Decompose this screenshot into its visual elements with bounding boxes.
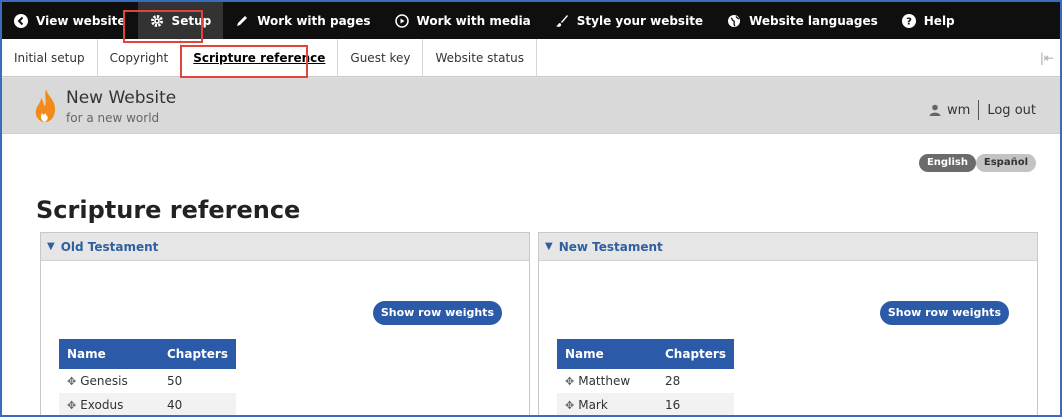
toolbar-item-view-website[interactable]: View website bbox=[2, 2, 138, 39]
book-name: Mark bbox=[578, 398, 608, 412]
site-header: New Website for a new world wm Log out bbox=[2, 78, 1060, 134]
show-row-weights-button[interactable]: Show row weights bbox=[879, 301, 1009, 325]
app-frame: View website Setup Work with pages Work … bbox=[0, 0, 1062, 417]
toolbar-item-setup[interactable]: Setup bbox=[137, 2, 224, 39]
column-header-name: Name bbox=[59, 339, 159, 369]
toolbar-item-label: Style your website bbox=[576, 13, 704, 28]
page-title: Scripture reference bbox=[36, 196, 301, 224]
chapter-count: 50 bbox=[167, 374, 183, 388]
collapse-tray-icon[interactable]: |⇤ bbox=[1040, 51, 1054, 65]
language-spanish-button[interactable]: Español bbox=[975, 154, 1036, 172]
toolbar-item-label: Work with media bbox=[416, 13, 531, 28]
table-row: ✥ Genesis 50 bbox=[59, 369, 236, 393]
tab-guest-key[interactable]: Guest key bbox=[338, 39, 424, 77]
book-name: Matthew bbox=[578, 374, 631, 388]
site-slogan: for a new world bbox=[66, 111, 160, 125]
toolbar-item-work-with-media[interactable]: Work with media bbox=[383, 2, 543, 39]
triangle-down-icon: ▼ bbox=[545, 241, 553, 252]
tab-copyright[interactable]: Copyright bbox=[98, 39, 182, 77]
drag-handle-icon[interactable]: ✥ bbox=[67, 375, 76, 388]
show-row-weights-button[interactable]: Show row weights bbox=[372, 301, 502, 325]
globe-icon bbox=[728, 14, 741, 27]
chapter-count: 40 bbox=[159, 393, 236, 415]
language-english-button[interactable]: English bbox=[918, 154, 976, 172]
drag-handle-icon[interactable]: ✥ bbox=[565, 375, 574, 388]
user-box: wm Log out bbox=[929, 100, 1036, 120]
drag-handle-icon[interactable]: ✥ bbox=[67, 399, 76, 412]
toolbar-item-label: Website languages bbox=[749, 13, 878, 28]
triangle-down-icon: ▼ bbox=[47, 241, 55, 252]
book-name: Genesis bbox=[80, 374, 128, 388]
admin-toolbar: View website Setup Work with pages Work … bbox=[2, 2, 1060, 39]
tab-website-status[interactable]: Website status bbox=[423, 39, 538, 77]
table-row: ✥ Exodus 40 bbox=[59, 393, 236, 415]
toolbar-item-label: View website bbox=[36, 13, 126, 28]
toolbar-item-label: Setup bbox=[171, 13, 212, 28]
new-testament-toggle[interactable]: ▼ New Testament bbox=[539, 233, 1037, 261]
toolbar-item-help[interactable]: ? Help bbox=[890, 2, 967, 39]
toolbar-item-work-with-pages[interactable]: Work with pages bbox=[223, 2, 382, 39]
user-icon bbox=[929, 104, 941, 116]
toolbar-item-style-your-website[interactable]: Style your website bbox=[543, 2, 715, 39]
site-name[interactable]: New Website bbox=[66, 88, 176, 108]
gear-icon bbox=[150, 14, 163, 27]
table-row: ✥ Mark 16 bbox=[557, 393, 734, 415]
logout-link[interactable]: Log out bbox=[987, 103, 1036, 118]
book-name: Exodus bbox=[80, 398, 124, 412]
chapter-count: 16 bbox=[657, 393, 734, 415]
pencil-icon bbox=[237, 15, 248, 26]
old-testament-panel: ▼ Old Testament Show row weights Name Ch… bbox=[40, 232, 530, 415]
old-testament-table: Name Chapters ✥ Genesis 50 ✥ Exodus 40 bbox=[59, 339, 236, 415]
brush-icon bbox=[555, 14, 568, 27]
toolbar-item-website-languages[interactable]: Website languages bbox=[715, 2, 890, 39]
svg-text:?: ? bbox=[906, 16, 912, 27]
tab-initial-setup[interactable]: Initial setup bbox=[2, 39, 98, 77]
table-row: ✥ Matthew 28 bbox=[557, 369, 734, 393]
flame-logo-icon bbox=[35, 89, 56, 123]
panel-title: New Testament bbox=[558, 239, 663, 254]
old-testament-toggle[interactable]: ▼ Old Testament bbox=[41, 233, 529, 261]
username-link[interactable]: wm bbox=[947, 103, 970, 118]
play-circle-icon bbox=[394, 13, 409, 28]
column-header-chapters: Chapters bbox=[159, 339, 236, 369]
tab-scripture-reference[interactable]: Scripture reference bbox=[181, 39, 339, 77]
setup-tray: Initial setup Copyright Scripture refere… bbox=[2, 39, 1060, 77]
toolbar-item-label: Help bbox=[923, 13, 955, 28]
toolbar-item-label: Work with pages bbox=[257, 13, 371, 28]
new-testament-table: Name Chapters ✥ Matthew 28 ✥ Mark 16 bbox=[557, 339, 734, 415]
chapter-count: 28 bbox=[665, 374, 681, 388]
chevron-left-circle-icon bbox=[14, 13, 28, 28]
panel-title: Old Testament bbox=[60, 239, 159, 254]
column-header-name: Name bbox=[557, 339, 657, 369]
question-circle-icon: ? bbox=[901, 13, 916, 28]
drag-handle-icon[interactable]: ✥ bbox=[565, 399, 574, 412]
new-testament-panel: ▼ New Testament Show row weights Name Ch… bbox=[538, 232, 1038, 415]
column-header-chapters: Chapters bbox=[657, 339, 734, 369]
divider bbox=[978, 100, 980, 120]
